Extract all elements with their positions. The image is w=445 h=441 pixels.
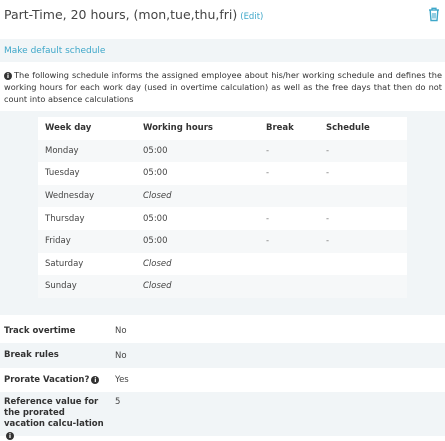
week-day-cell: Wednesday: [38, 184, 136, 208]
table-row: Tuesday 05:00 - -: [38, 162, 407, 185]
schedule-properties: Track overtime No Break rules No Prorate…: [0, 319, 445, 440]
table-row: Saturday Closed: [38, 253, 407, 276]
working-hours-cell: 05:00: [143, 213, 168, 224]
working-hours-cell: Closed: [136, 184, 259, 208]
property-row-track-overtime: Track overtime No: [0, 319, 445, 343]
schedule-cell: [319, 275, 407, 298]
schedule-title-text: Part-Time, 20 hours, (mon,tue,thu,fri): [4, 6, 238, 22]
break-cell: [259, 275, 319, 298]
schedule-cell: -: [326, 168, 330, 179]
schedule-cell: -: [326, 213, 330, 224]
week-day-cell: Tuesday: [45, 168, 80, 179]
property-label: Track overtime: [4, 325, 76, 336]
edit-link[interactable]: (Edit): [240, 12, 263, 22]
table-row: Sunday Closed: [38, 275, 407, 298]
break-cell: -: [259, 229, 319, 253]
column-header-working-hours: Working hours: [143, 123, 213, 134]
schedule-header-row: Week day Working hours Break Schedule: [38, 117, 407, 140]
week-day-cell: Thursday: [45, 213, 85, 224]
property-value: 5: [115, 397, 121, 407]
break-cell: -: [259, 139, 319, 163]
schedule-header: Part-Time, 20 hours, (mon,tue,thu,fri) (E…: [0, 0, 445, 28]
trash-icon[interactable]: [427, 6, 441, 22]
week-day-cell: Sunday: [38, 275, 136, 298]
schedule-info-text: The following schedule informs the assig…: [4, 70, 442, 104]
table-row: Friday 05:00 - -: [38, 229, 407, 253]
property-row-prorate-vacation: Prorate Vacation? i Yes: [0, 368, 445, 392]
property-label: Break rules: [4, 350, 59, 360]
property-row-break-rules: Break rules No: [0, 343, 445, 368]
default-schedule-bar: Make default schedule: [0, 39, 445, 62]
property-row-reference-value: Reference value for the prorated vacatio…: [0, 392, 445, 440]
break-cell: -: [266, 213, 270, 224]
column-header-schedule: Schedule: [326, 123, 370, 134]
info-icon[interactable]: i: [91, 376, 100, 384]
schedule-table: Week day Working hours Break Schedule Mo…: [38, 117, 407, 298]
working-hours-cell: 05:00: [136, 229, 259, 253]
working-hours-cell: Closed: [136, 275, 259, 298]
week-day-cell: Saturday: [45, 258, 84, 269]
column-header-week-day: Week day: [45, 123, 92, 134]
break-cell: -: [266, 168, 270, 179]
make-default-schedule-link[interactable]: Make default schedule: [4, 46, 105, 56]
property-label: Reference value for the prorated vacatio…: [4, 397, 104, 429]
schedule-cell: -: [319, 139, 407, 163]
schedule-cell: [319, 253, 407, 276]
break-cell: [259, 253, 319, 276]
schedule-cell: -: [319, 229, 407, 253]
schedule-info: i The following schedule informs the assi…: [4, 69, 442, 105]
working-hours-cell: 05:00: [143, 168, 168, 179]
table-row: Thursday 05:00 - -: [38, 207, 407, 230]
schedule-cell: [319, 184, 407, 208]
info-icon: i: [4, 72, 12, 80]
info-icon[interactable]: i: [6, 431, 14, 440]
working-hours-cell: Closed: [143, 258, 172, 269]
break-cell: [259, 184, 319, 208]
table-row: Wednesday Closed: [38, 184, 407, 208]
property-label-wrap: Prorate Vacation? i: [0, 375, 108, 386]
week-day-cell: Friday: [38, 229, 136, 253]
schedule-title: Part-Time, 20 hours, (mon,tue,thu,fri) (E…: [4, 7, 263, 22]
schedule-panel: Week day Working hours Break Schedule Mo…: [0, 111, 445, 315]
property-label: Prorate Vacation?: [4, 374, 90, 385]
column-header-break: Break: [266, 123, 294, 134]
table-row: Monday 05:00 - -: [38, 139, 407, 163]
week-day-cell: Monday: [38, 139, 136, 163]
property-value: No: [115, 350, 127, 361]
working-hours-cell: 05:00: [136, 139, 259, 163]
property-value: Yes: [115, 375, 129, 385]
property-value: No: [115, 326, 127, 336]
